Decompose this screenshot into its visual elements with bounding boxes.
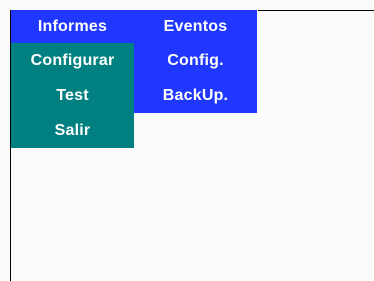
menu-item-label: Configurar [30,51,115,69]
top-border-line [258,10,374,11]
menu-item-label: Salir [54,121,91,139]
menu-item-salir[interactable]: Salir [11,113,134,148]
menu-item-label: Config. [167,51,224,69]
menu-item-backup[interactable]: BackUp. [134,78,257,113]
right-menu-column: Eventos Config. BackUp. [134,10,257,113]
menu-item-config[interactable]: Config. [134,43,257,78]
menu-item-label: Test [56,86,89,104]
menu-item-label: Eventos [163,17,228,35]
menu-item-informes[interactable]: Informes [11,10,134,43]
menu-window: Informes Configurar Test Salir Eventos C… [0,0,374,281]
menu-item-configurar[interactable]: Configurar [11,43,134,78]
menu-item-eventos[interactable]: Eventos [134,10,257,43]
menu-item-label: Informes [37,17,108,35]
menu-item-test[interactable]: Test [11,78,134,113]
left-menu-column: Informes Configurar Test Salir [11,10,134,148]
menu-item-label: BackUp. [162,86,229,104]
